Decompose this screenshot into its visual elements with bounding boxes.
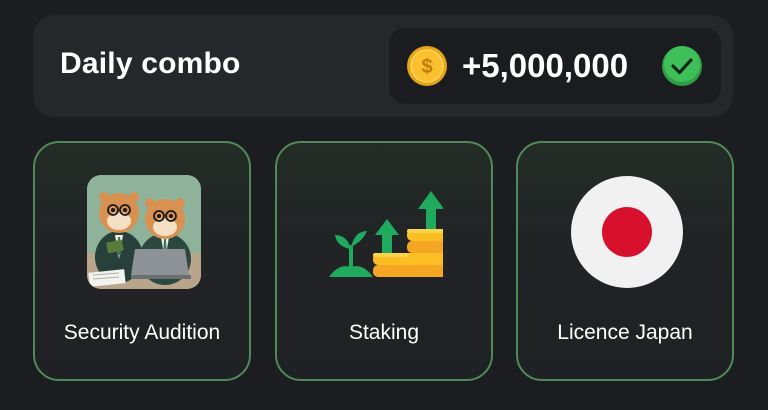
card-label: Security Audition xyxy=(63,321,221,344)
daily-combo-title: Daily combo xyxy=(60,47,241,80)
card-staking[interactable]: Staking xyxy=(275,141,493,381)
card-security-audition[interactable]: Security Audition xyxy=(33,141,251,381)
hamsters-meeting-image xyxy=(87,175,201,289)
japan-flag-icon xyxy=(571,176,683,288)
svg-text:$: $ xyxy=(421,56,432,78)
reward-amount: +5,000,000 xyxy=(462,47,629,84)
card-licence-japan[interactable]: Licence Japan xyxy=(516,141,734,381)
checkmark-icon xyxy=(662,46,702,86)
reward-badge: $ +5,000,000 xyxy=(389,28,721,104)
growing-coins-icon xyxy=(329,191,443,277)
dollar-coin-icon: $ xyxy=(407,46,447,86)
daily-combo-header: Daily combo $ +5,000,000 xyxy=(33,15,733,117)
card-label: Staking xyxy=(348,321,420,344)
card-label: Licence Japan xyxy=(557,321,693,344)
